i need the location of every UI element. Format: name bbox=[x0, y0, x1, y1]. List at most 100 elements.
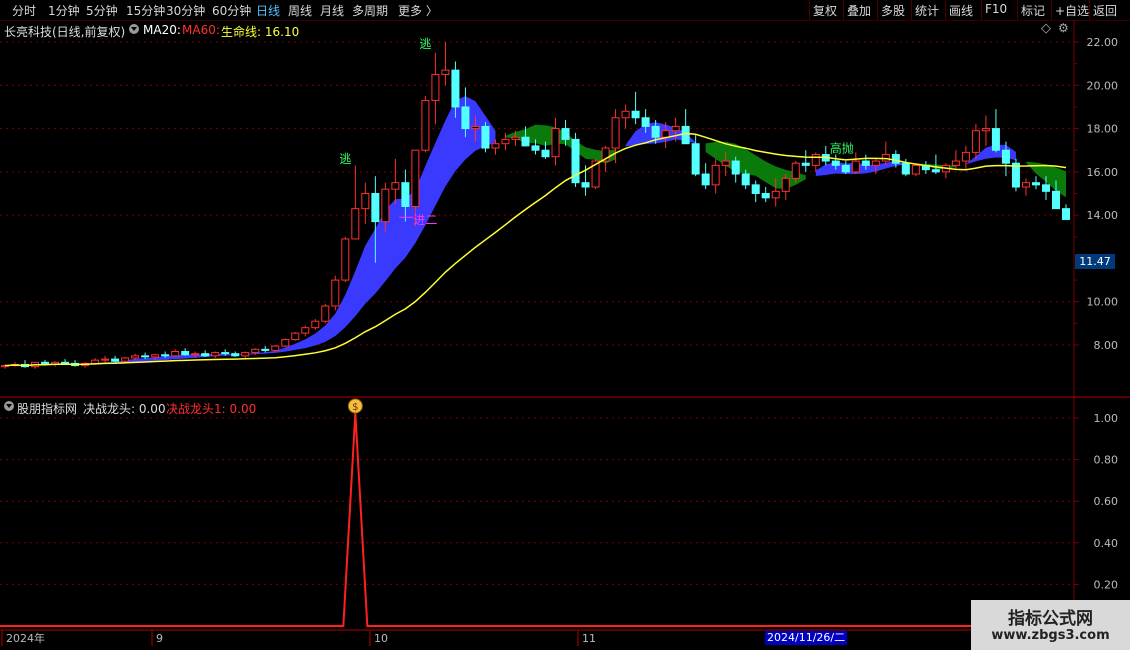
y-tick-label: 14.00 bbox=[1087, 209, 1119, 222]
candle-down bbox=[181, 350, 190, 356]
toolbar-separator bbox=[877, 0, 878, 20]
candle-up bbox=[671, 125, 680, 132]
toolbar-button-8[interactable]: 返回 bbox=[1093, 2, 1117, 19]
candle-down bbox=[731, 160, 740, 175]
x-axis-label: 2024年 bbox=[6, 631, 45, 645]
candle-up bbox=[511, 136, 520, 140]
candle-down bbox=[651, 125, 660, 138]
candle-up bbox=[471, 125, 480, 130]
toolbar-tab-4[interactable]: 30分钟 bbox=[166, 2, 205, 19]
candle-up bbox=[91, 359, 100, 364]
candle-down bbox=[461, 106, 470, 130]
candle-up bbox=[971, 130, 980, 153]
candle-down bbox=[681, 125, 690, 145]
candle-down bbox=[831, 160, 840, 166]
candle-up bbox=[951, 160, 960, 166]
candle-down bbox=[531, 145, 540, 151]
candle-down bbox=[1061, 208, 1071, 220]
x-axis-label: 11 bbox=[582, 632, 596, 645]
current-price-tag: 11.47 bbox=[1075, 254, 1115, 269]
toolbar-button-7[interactable]: +自选 bbox=[1055, 2, 1089, 19]
candle-up bbox=[961, 151, 970, 162]
candle-up bbox=[121, 357, 130, 362]
jz-value-label: 决战龙头: 0.00 bbox=[83, 402, 166, 416]
candle-up bbox=[291, 332, 300, 341]
candle-down bbox=[221, 352, 230, 355]
sub-dropdown-circle-icon[interactable] bbox=[4, 401, 14, 411]
candle-down bbox=[741, 173, 750, 186]
candle-up bbox=[131, 355, 140, 359]
toolbar-button-0[interactable]: 复权 bbox=[813, 2, 837, 19]
candle-down bbox=[841, 164, 850, 173]
candle-up bbox=[711, 164, 720, 186]
period-toolbar: 分时 1分钟 5分钟 15分钟 30分钟 60分钟 日线 周线 月线 多周期 更多 〉 复权 叠加 多股统… bbox=[0, 0, 1130, 21]
candle-up bbox=[381, 188, 390, 223]
toolbar-tab-7[interactable]: 周线 bbox=[288, 2, 312, 19]
toolbar-tab-9[interactable]: 多周期 bbox=[352, 2, 388, 19]
x-axis-label: 9 bbox=[156, 632, 163, 645]
toolbar-tab-10[interactable]: 更多 〉 bbox=[398, 2, 438, 19]
candle-down bbox=[401, 182, 410, 207]
toolbar-button-1[interactable]: 叠加 bbox=[847, 2, 871, 19]
candle-down bbox=[801, 162, 810, 166]
sub-chart-title: 股朋指标网 决战龙头: 0.00 决战龙头1: 0.00 bbox=[0, 397, 1074, 417]
sub-y-tick-label: 0.40 bbox=[1094, 537, 1119, 550]
candle-down bbox=[141, 355, 150, 358]
candle-down bbox=[451, 69, 460, 108]
candle-down bbox=[991, 128, 1000, 151]
candle-down bbox=[201, 353, 210, 357]
toolbar-separator bbox=[809, 0, 810, 20]
cursor-date-tag: 2024/11/26/二 bbox=[765, 631, 848, 645]
indicator-site-label[interactable]: 股朋指标网 bbox=[17, 400, 77, 417]
toolbar-tab-2[interactable]: 5分钟 bbox=[86, 2, 118, 19]
toolbar-tab-6[interactable]: 日线 bbox=[256, 2, 280, 19]
candle-up bbox=[611, 117, 620, 149]
candle-up bbox=[551, 128, 560, 158]
candle-up bbox=[351, 208, 360, 240]
candle-down bbox=[641, 117, 650, 127]
candle-up bbox=[191, 353, 200, 356]
toolbar-button-6[interactable]: 标记 bbox=[1021, 2, 1045, 19]
candle-down bbox=[371, 193, 380, 223]
candle-up bbox=[321, 305, 330, 322]
toolbar-separator bbox=[843, 0, 844, 20]
y-tick-label: 22.00 bbox=[1087, 36, 1119, 49]
candle-down bbox=[161, 354, 170, 357]
toolbar-button-4[interactable]: 画线 bbox=[949, 2, 973, 19]
candle-up bbox=[171, 350, 180, 357]
toolbar-tab-8[interactable]: 月线 bbox=[320, 2, 344, 19]
toolbar-button-2[interactable]: 多股 bbox=[881, 2, 905, 19]
candle-down bbox=[631, 110, 640, 119]
candle-down bbox=[1041, 184, 1050, 192]
candle-down bbox=[701, 173, 710, 186]
toolbar-button-5[interactable]: F10 bbox=[985, 2, 1007, 16]
candle-up bbox=[101, 358, 110, 361]
candle-up bbox=[981, 128, 990, 132]
candle-down bbox=[541, 149, 550, 158]
toolbar-button-3[interactable]: 统计 bbox=[915, 2, 939, 19]
candle-down bbox=[521, 136, 530, 147]
jz1-value-label: 决战龙头1: 0.00 bbox=[166, 402, 257, 416]
toolbar-separator bbox=[1089, 0, 1090, 20]
candle-down bbox=[61, 361, 70, 364]
candle-up bbox=[661, 130, 670, 138]
y-tick-label: 16.00 bbox=[1087, 166, 1119, 179]
toolbar-tab-3[interactable]: 15分钟 bbox=[126, 2, 165, 19]
candle-up bbox=[811, 154, 820, 166]
candle-down bbox=[111, 358, 120, 362]
toolbar-tab-5[interactable]: 60分钟 bbox=[212, 2, 251, 19]
sub-y-tick-label: 0.20 bbox=[1094, 578, 1119, 591]
toolbar-tab-0[interactable]: 分时 bbox=[12, 2, 36, 19]
candle-up bbox=[411, 149, 420, 207]
candle-up bbox=[421, 99, 430, 151]
candle-down bbox=[231, 353, 240, 357]
sub-y-tick-label: 0.80 bbox=[1094, 454, 1119, 467]
toolbar-separator bbox=[945, 0, 946, 20]
toolbar-tab-1[interactable]: 1分钟 bbox=[48, 2, 80, 19]
candle-down bbox=[901, 162, 910, 175]
candle-up bbox=[391, 182, 400, 190]
watermark-url: www.zbgs3.com bbox=[991, 628, 1110, 643]
kline-chart[interactable]: 22.0020.0018.0016.0014.0010.008.00逃逃进二高抛… bbox=[0, 20, 1130, 650]
y-tick-label: 10.00 bbox=[1087, 296, 1119, 309]
candle-down bbox=[481, 125, 490, 149]
